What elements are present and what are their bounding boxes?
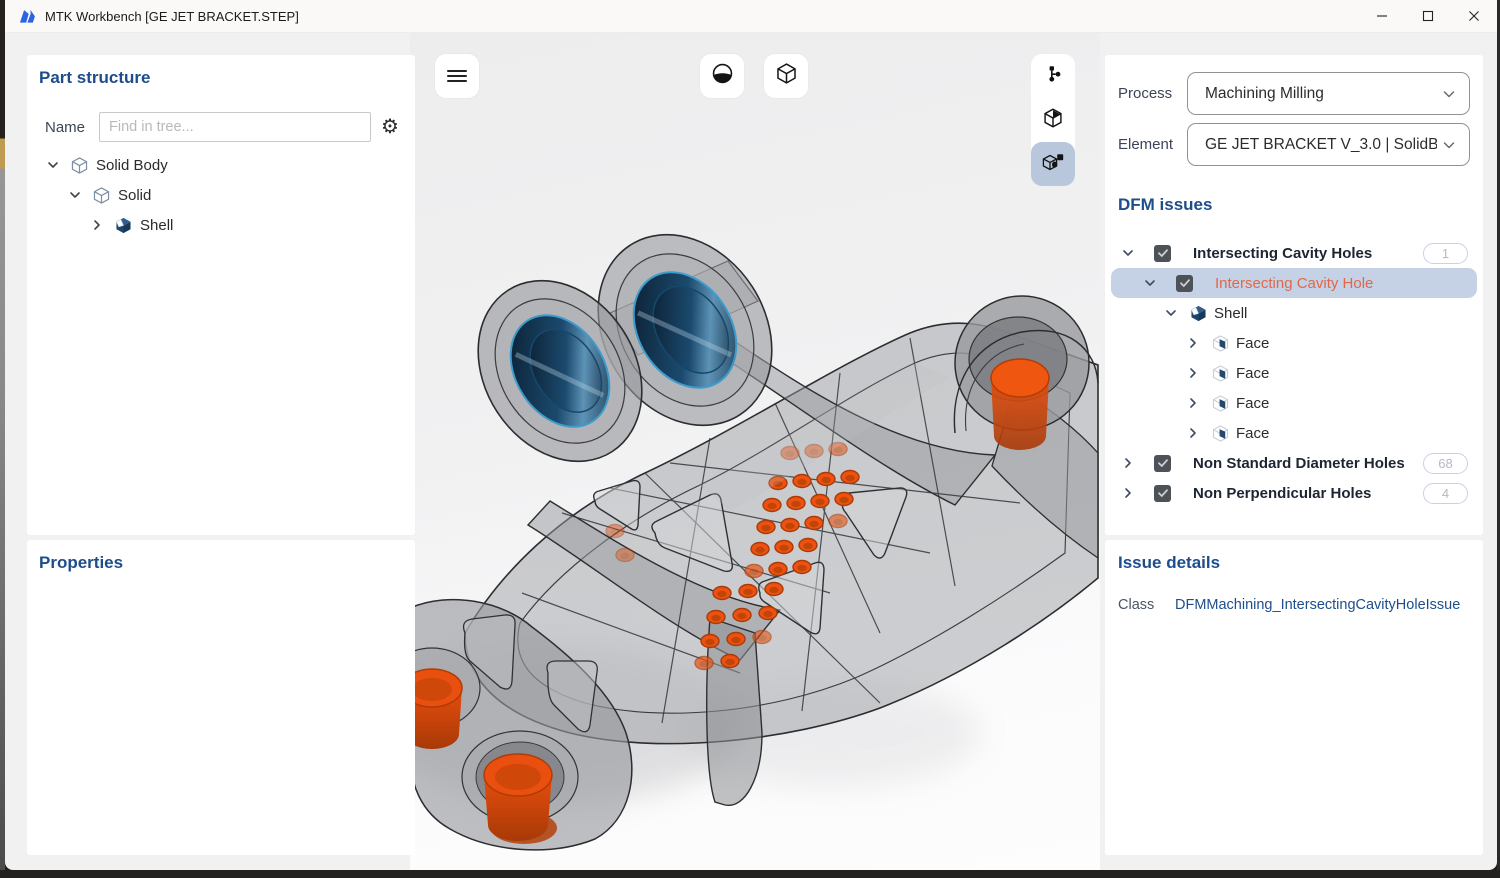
dfm-row-intersecting-cavity-hole[interactable]: Intersecting Cavity Hole [1111, 268, 1477, 298]
face-icon [1211, 364, 1230, 383]
tree-row-shell[interactable]: Shell [27, 210, 399, 240]
checkbox-checked-icon[interactable] [1154, 245, 1171, 262]
dfm-issues-title: DFM issues [1118, 195, 1212, 215]
class-label: Class [1118, 597, 1175, 613]
chevron-down-icon[interactable] [67, 188, 83, 202]
display-shaded-button[interactable] [700, 54, 744, 98]
part-structure-title: Part structure [39, 68, 150, 88]
dfm-row-face[interactable]: Face [1111, 418, 1477, 448]
face-icon [1211, 424, 1230, 443]
dfm-row-intersecting-cavity-holes[interactable]: Intersecting Cavity Holes 1 [1111, 238, 1477, 268]
window-controls [1359, 0, 1497, 32]
display-wireframe-button[interactable] [764, 54, 808, 98]
process-label: Process [1118, 85, 1180, 102]
chevron-right-icon[interactable] [1185, 366, 1201, 380]
app-window: MTK Workbench [GE JET BRACKET.STEP] [5, 0, 1497, 870]
name-label: Name [45, 119, 85, 136]
face-icon [1211, 394, 1230, 413]
hierarchy-icon [1044, 65, 1062, 88]
tree-row-solid-body[interactable]: Solid Body [27, 150, 399, 180]
part-structure-panel: Part structure Name ⚙ Solid Body [27, 55, 415, 535]
tree-row-solid[interactable]: Solid [27, 180, 399, 210]
dfm-row-shell[interactable]: Shell [1111, 298, 1477, 328]
minimize-button[interactable] [1359, 0, 1405, 32]
shell-cube-icon [1189, 304, 1208, 323]
face-icon [1211, 334, 1230, 353]
process-row: Process Machining Milling [1105, 72, 1483, 115]
chevron-down-icon[interactable] [1142, 276, 1158, 290]
issue-details-panel: Issue details Class DFMMachining_Interse… [1105, 540, 1483, 855]
dfm-panel: Process Machining Milling Element GE JET… [1105, 55, 1483, 535]
solid-body-cube-icon [70, 156, 89, 175]
properties-title: Properties [39, 553, 123, 573]
chevron-down-icon[interactable] [1120, 246, 1136, 260]
find-in-tree-input[interactable] [99, 112, 371, 142]
dfm-row-face[interactable]: Face [1111, 328, 1477, 358]
window-title: MTK Workbench [GE JET BRACKET.STEP] [45, 9, 299, 24]
issue-class-row: Class DFMMachining_IntersectingCavityHol… [1118, 597, 1460, 613]
dfm-row-face[interactable]: Face [1111, 358, 1477, 388]
viewport-right-toolbar [1031, 54, 1075, 186]
checkbox-checked-icon[interactable] [1176, 275, 1193, 292]
element-label: Element [1118, 136, 1180, 153]
desktop-edge-bottom [0, 870, 1500, 878]
chevron-down-icon[interactable] [1163, 306, 1179, 320]
dfm-row-non-standard-diameter-holes[interactable]: Non Standard Diameter Holes 68 [1111, 448, 1477, 478]
maximize-button[interactable] [1405, 0, 1451, 32]
issue-count-badge: 1 [1423, 243, 1468, 264]
close-button[interactable] [1451, 0, 1497, 32]
dfm-row-non-perpendicular-holes[interactable]: Non Perpendicular Holes 4 [1111, 478, 1477, 508]
chevron-right-icon[interactable] [1120, 486, 1136, 500]
app-logo-icon [17, 6, 37, 26]
checkbox-checked-icon[interactable] [1154, 485, 1171, 502]
tree-search-row: Name ⚙ [27, 112, 415, 142]
element-row: Element GE JET BRACKET V_3.0 | SolidBod [1105, 123, 1483, 166]
chevron-right-icon[interactable] [1185, 426, 1201, 440]
structure-tree-button[interactable] [1031, 54, 1075, 98]
cube-face-icon [1042, 107, 1064, 134]
show-issue-bodies-button[interactable] [1031, 142, 1075, 186]
element-dropdown[interactable]: GE JET BRACKET V_3.0 | SolidBod [1187, 123, 1470, 166]
chevron-down-icon[interactable] [45, 158, 61, 172]
shell-cube-icon [114, 216, 133, 235]
viewport-3d[interactable] [410, 33, 1100, 870]
dfm-row-face[interactable]: Face [1111, 388, 1477, 418]
issue-count-badge: 68 [1423, 453, 1468, 474]
chevron-right-icon[interactable] [89, 218, 105, 232]
3d-model-jet-bracket[interactable] [410, 33, 1100, 870]
chevron-down-icon [1441, 86, 1457, 102]
chevron-right-icon[interactable] [1185, 396, 1201, 410]
chevron-down-icon [1441, 137, 1457, 153]
viewport-menu-button[interactable] [435, 54, 479, 98]
cube-parts-icon [1041, 151, 1065, 178]
wireframe-cube-icon [775, 62, 798, 90]
chevron-right-icon[interactable] [1120, 456, 1136, 470]
process-dropdown[interactable]: Machining Milling [1187, 72, 1470, 115]
class-value: DFMMachining_IntersectingCavityHoleIssue [1175, 597, 1460, 613]
show-faces-button[interactable] [1031, 98, 1075, 142]
shaded-sphere-icon [710, 61, 735, 91]
chevron-right-icon[interactable] [1185, 336, 1201, 350]
hamburger-icon [447, 68, 467, 85]
checkbox-checked-icon[interactable] [1154, 455, 1171, 472]
issue-count-badge: 4 [1423, 483, 1468, 504]
gear-icon[interactable]: ⚙ [381, 117, 399, 137]
title-bar: MTK Workbench [GE JET BRACKET.STEP] [5, 0, 1497, 33]
properties-panel: Properties [27, 540, 415, 855]
solid-cube-icon [92, 186, 111, 205]
issue-details-title: Issue details [1118, 553, 1220, 573]
